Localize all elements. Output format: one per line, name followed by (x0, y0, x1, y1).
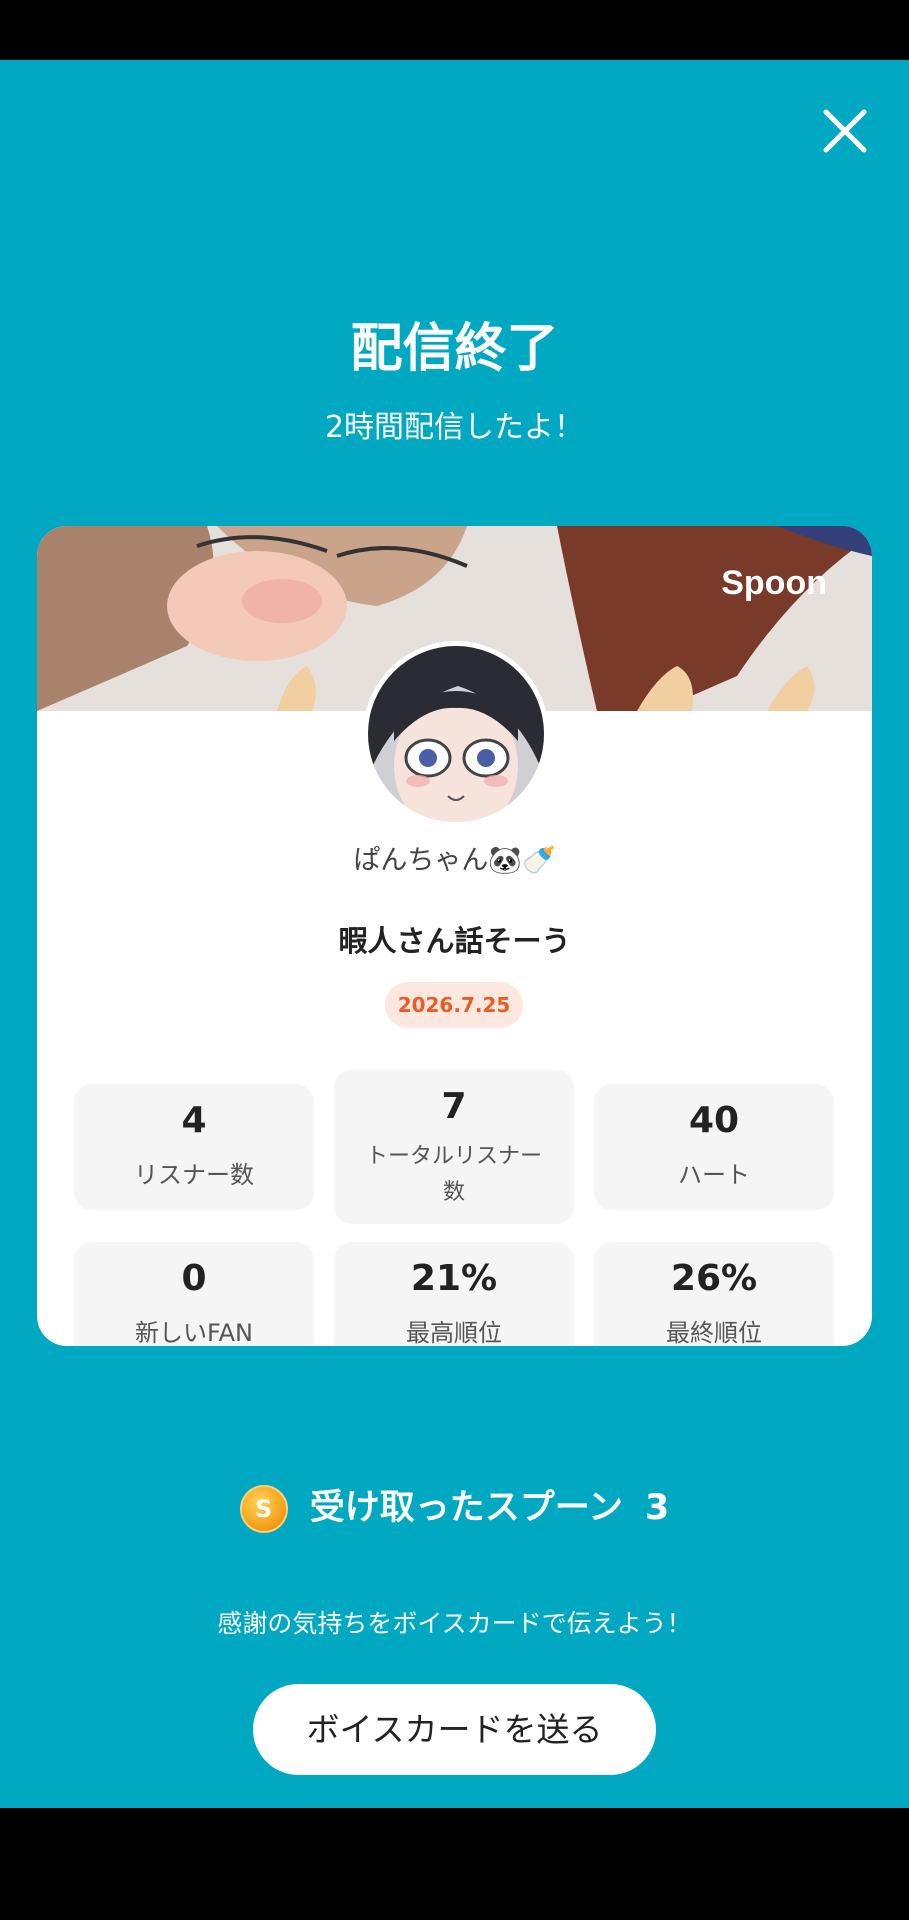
stat-new-fans: 0 新しいFAN (74, 1242, 314, 1346)
broadcast-summary-card: Spoon ぱんちゃん🐼🍼 暇人さん話そーう 2026.7.25 4 リスナー数… (37, 526, 872, 1346)
stat-label: 最高順位 (406, 1319, 502, 1346)
stat-label: トータルリスナー 数 (365, 1144, 542, 1205)
close-icon (823, 109, 867, 153)
spoon-coin-icon: S (239, 1485, 288, 1533)
stat-value: 21% (410, 1258, 498, 1299)
stat-value: 26% (670, 1258, 758, 1299)
avatar[interactable] (363, 641, 549, 827)
date-badge: 2026.7.25 (385, 982, 523, 1028)
stat-label: 新しいFAN (135, 1319, 253, 1346)
stat-label: 最終順位 (666, 1319, 762, 1346)
username: ぱんちゃん🐼🍼 (353, 845, 556, 876)
stat-value: 4 (181, 1100, 207, 1141)
page-title: 配信終了 (350, 319, 559, 379)
stat-value: 7 (441, 1086, 467, 1127)
stat-value: 0 (181, 1258, 207, 1299)
stat-label: ハート (678, 1161, 750, 1189)
stat-final-rank: 26% 最終順位 (594, 1242, 834, 1346)
stat-listeners: 4 リスナー数 (74, 1084, 314, 1210)
spoons-count: 3 (644, 1488, 670, 1528)
stat-total-listeners: 7 トータルリスナー 数 (334, 1070, 574, 1224)
send-voice-card-button[interactable]: ボイスカードを送る (253, 1684, 656, 1775)
thanks-message: 感謝の気持ちをボイスカードで伝えよう！ (217, 1609, 692, 1638)
received-spoons: S 受け取ったスプーン 3 (0, 1479, 909, 1533)
stat-label: リスナー数 (134, 1161, 254, 1189)
stat-hearts: 40 ハート (594, 1084, 834, 1210)
broadcast-duration: 2時間配信したよ！ (324, 410, 585, 445)
stat-value: 40 (688, 1100, 740, 1141)
close-button[interactable] (818, 104, 872, 158)
broadcast-title: 暇人さん話そーう (338, 924, 571, 958)
navigation-bar (0, 1808, 909, 1920)
broadcast-end-screen: 配信終了 2時間配信したよ！ Spoon ぱんちゃん🐼🍼 暇人さん話そーう 20… (0, 60, 909, 1808)
spoon-logo: Spoon (721, 564, 827, 602)
stat-highest-rank: 21% 最高順位 (334, 1242, 574, 1346)
spoons-label: 受け取ったスプーン (309, 1488, 623, 1528)
status-bar (0, 0, 909, 60)
